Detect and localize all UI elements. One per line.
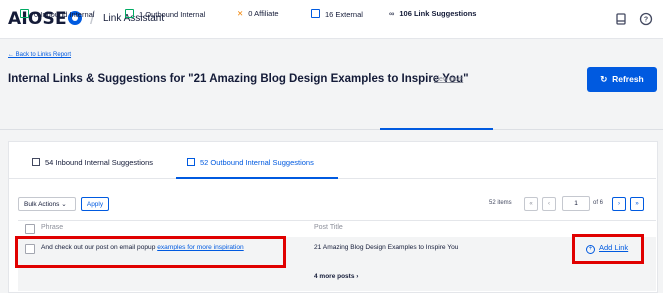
tab-link-suggestions[interactable]: ∞ 106 Link Suggestions: [389, 9, 476, 18]
link-icon: ∞: [389, 9, 395, 18]
chevron-down-icon: ⌄: [61, 201, 67, 208]
first-page-button[interactable]: «: [524, 197, 538, 211]
tab-inbound-internal[interactable]: 0 Inbound Internal: [20, 9, 94, 19]
bulk-actions-select[interactable]: Bulk Actions ⌄: [18, 197, 76, 211]
bulk-actions-label: Bulk Actions: [24, 201, 60, 208]
active-tab-indicator: [380, 128, 493, 130]
tablet-icon[interactable]: [612, 10, 630, 28]
view-post-link[interactable]: view post: [434, 76, 463, 83]
refresh-button[interactable]: ↻ Refresh: [587, 67, 657, 92]
help-icon[interactable]: ?: [637, 10, 655, 28]
tab-outbound-internal[interactable]: 1 Outbound Internal: [125, 9, 205, 19]
post-title-cell[interactable]: 21 Amazing Blog Design Examples to Inspi…: [314, 244, 458, 251]
refresh-icon: ↻: [600, 74, 608, 84]
svg-text:?: ?: [644, 17, 648, 24]
tab-label: 16 External: [325, 10, 363, 19]
outbound-icon: [125, 9, 134, 18]
subtab-inbound-suggestions[interactable]: 54 Inbound Internal Suggestions: [32, 158, 153, 167]
tab-label: 106 Link Suggestions: [399, 9, 477, 18]
tab-label: 0 Inbound Internal: [34, 10, 95, 19]
tab-label: 0 Affiliate: [248, 9, 279, 18]
inbound-suggestions-icon: [32, 158, 40, 166]
phrase-highlight-box: [15, 236, 286, 268]
subtab-label: 52 Outbound Internal Suggestions: [200, 158, 314, 167]
prev-page-button[interactable]: ‹: [542, 197, 556, 211]
tab-affiliate[interactable]: ✕ 0 Affiliate: [237, 9, 279, 18]
post-title-column-header: Post Title: [314, 224, 343, 231]
subtab-outbound-suggestions[interactable]: 52 Outbound Internal Suggestions: [187, 158, 314, 167]
subtab-label: 54 Inbound Internal Suggestions: [45, 158, 153, 167]
external-icon: [311, 9, 320, 18]
phrase-column-header: Phrase: [41, 224, 64, 231]
tab-label: 1 Outbound Internal: [139, 10, 206, 19]
top-bar: AIOSE / Link Assistant ?: [0, 0, 663, 39]
affiliate-icon: ✕: [237, 9, 244, 18]
apply-button[interactable]: Apply: [81, 197, 109, 211]
page-of-total: of 6: [593, 200, 604, 206]
select-all-checkbox[interactable]: [25, 224, 35, 234]
inbound-icon: [20, 9, 29, 18]
tab-external[interactable]: 16 External: [311, 9, 363, 19]
add-link-highlight-box: [572, 234, 644, 264]
page-title: Internal Links & Suggestions for "21 Ama…: [8, 73, 469, 85]
more-posts-link[interactable]: 4 more posts ›: [314, 273, 358, 280]
last-page-button[interactable]: »: [630, 197, 644, 211]
active-subtab-indicator: [176, 177, 338, 179]
items-count: 52 items: [489, 200, 512, 206]
refresh-label: Refresh: [612, 74, 644, 84]
next-page-button[interactable]: ›: [612, 197, 626, 211]
link-type-tabs: [0, 103, 663, 130]
back-to-links-report-link[interactable]: ← Back to Links Report: [8, 52, 71, 58]
page-number-input[interactable]: 1: [562, 196, 590, 211]
outbound-suggestions-icon: [187, 158, 195, 166]
